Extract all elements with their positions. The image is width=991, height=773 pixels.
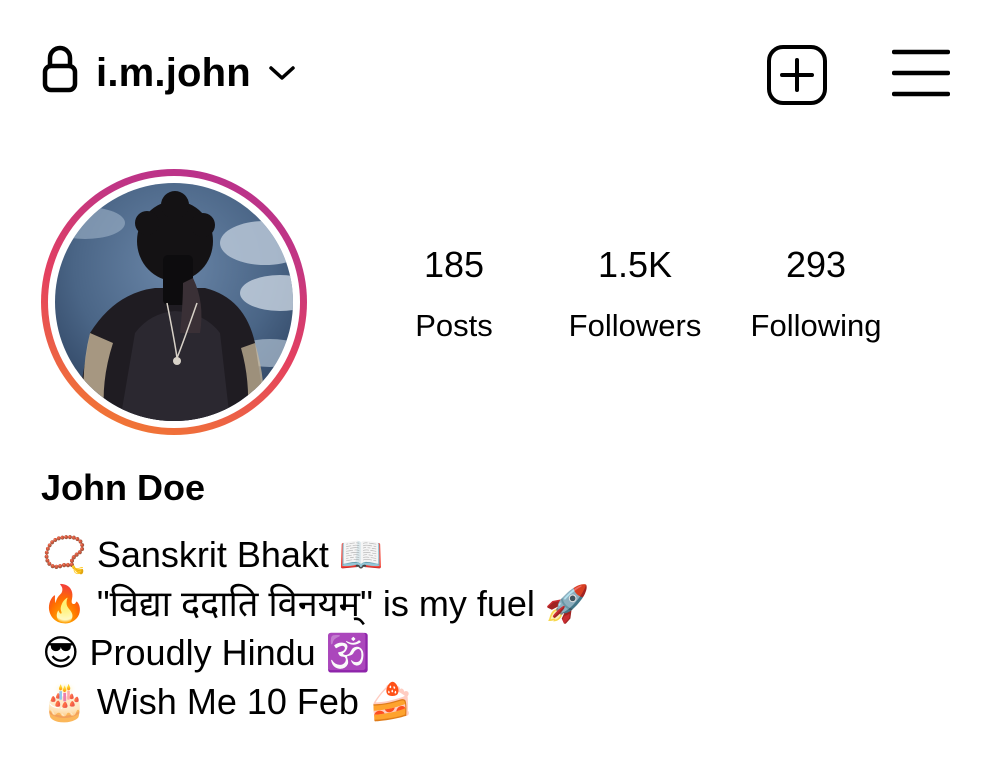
avatar[interactable] — [41, 169, 307, 435]
stat-following-label: Following — [750, 308, 882, 343]
stat-posts-label: Posts — [415, 308, 493, 343]
stat-following-value: 293 — [785, 244, 847, 285]
bio: 📿 Sanskrit Bhakt 📖 🔥 "विद्या ददाति विनयम… — [42, 530, 942, 726]
new-post-icon[interactable] — [766, 44, 828, 106]
bio-line: 🎂 Wish Me 10 Feb 🍰 — [42, 681, 414, 722]
bio-line: 🔥 "विद्या ददाति विनयम्" is my fuel 🚀 — [42, 583, 590, 624]
stat-posts[interactable]: 185 Posts — [364, 240, 544, 344]
profile-photo — [55, 183, 293, 421]
stat-posts-value: 185 — [423, 244, 485, 285]
chevron-down-icon[interactable] — [268, 63, 296, 83]
stat-followers-value: 1.5K — [597, 244, 673, 285]
stat-following[interactable]: 293 Following — [726, 240, 906, 344]
profile-header: i.m.john — [0, 0, 991, 145]
bio-line: 📿 Sanskrit Bhakt 📖 — [42, 534, 384, 575]
display-name: John Doe — [41, 467, 206, 508]
username[interactable]: i.m.john — [96, 50, 251, 96]
bio-line: 😎 Proudly Hindu 🕉️ — [42, 632, 371, 673]
lock-icon — [42, 45, 78, 93]
stat-followers-label: Followers — [568, 308, 702, 343]
menu-icon[interactable] — [892, 47, 950, 99]
stat-followers[interactable]: 1.5K Followers — [545, 240, 725, 344]
